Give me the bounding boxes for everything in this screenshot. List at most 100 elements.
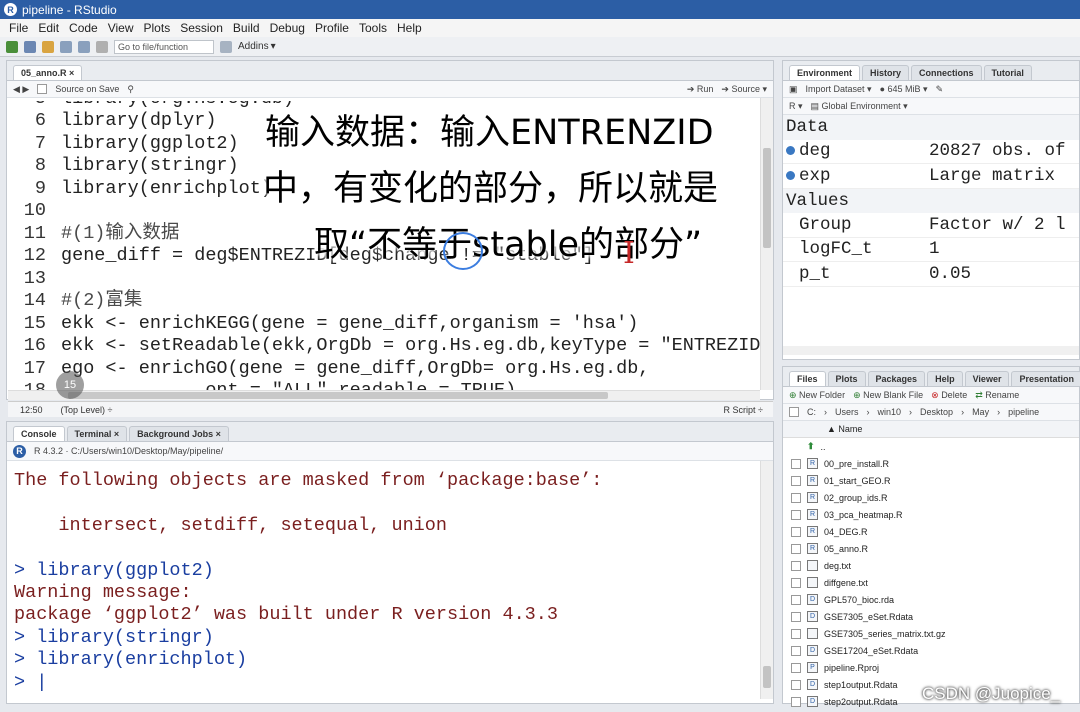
environment-hscrollbar[interactable] [783,346,1079,355]
tab-presentation[interactable]: Presentation [1011,371,1080,386]
file-checkbox[interactable] [791,628,801,639]
file-checkbox[interactable] [791,577,801,588]
scope-dropdown-env[interactable]: ▤ Global Environment ▾ [811,101,908,112]
file-name[interactable]: GSE17204_eSet.Rdata [824,646,918,656]
source-on-save-checkbox[interactable] [37,84,48,94]
menu-view[interactable]: View [103,21,139,35]
expand-icon[interactable] [786,146,795,156]
breadcrumb-item[interactable]: win10 [878,407,902,417]
broom-icon[interactable]: ✎ [936,84,944,95]
file-name[interactable]: 02_group_ids.R [824,493,888,503]
delete-button[interactable]: ⊗ Delete [931,390,967,401]
file-checkbox[interactable] [791,475,801,486]
grid-layout-icon[interactable] [220,40,232,53]
file-checkbox[interactable] [791,492,801,503]
code-line[interactable]: library(enrichplot) [61,178,272,201]
file-name[interactable]: diffgene.txt [824,578,868,588]
rename-button[interactable]: ⇄ Rename [975,390,1019,401]
file-checkbox[interactable] [791,458,801,469]
file-row[interactable]: R 00_pre_install.R [783,455,1079,472]
file-row[interactable]: diffgene.txt [783,574,1079,591]
open-workspace-icon[interactable]: ▣ [789,84,798,95]
file-row[interactable]: R 05_anno.R [783,540,1079,557]
file-checkbox[interactable] [791,543,801,554]
new-file-icon[interactable] [6,40,18,53]
tab-terminal[interactable]: Terminal × [66,426,128,441]
breadcrumb-item[interactable]: C: [807,407,816,417]
breadcrumb-item[interactable]: May [972,407,989,417]
new-blank-file-button[interactable]: ⊕ New Blank File [853,390,923,401]
menu-help[interactable]: Help [392,21,427,35]
tab-files[interactable]: Files [789,371,826,386]
file-name[interactable]: deg.txt [824,561,851,571]
tab-environment[interactable]: Environment [789,65,861,80]
print-icon[interactable] [96,40,108,53]
file-checkbox[interactable] [791,611,801,622]
console-output[interactable]: The following objects are masked from ‘p… [8,470,760,698]
breadcrumb-item[interactable]: Users [835,407,859,417]
file-checkbox[interactable] [791,679,801,690]
code-line[interactable]: ego <- enrichGO(gene = gene_diff,OrgDb= … [61,358,649,381]
tab-help[interactable]: Help [927,371,963,386]
goto-file-input[interactable]: Go to file/function [114,39,214,54]
environment-row[interactable]: logFC_t 1 [783,238,1079,262]
tab-tutorial[interactable]: Tutorial [983,65,1032,80]
tab-05-anno[interactable]: 05_anno.R × [13,65,83,80]
language-dropdown[interactable]: R ▾ [789,101,803,112]
file-checkbox[interactable] [791,696,801,707]
file-checkbox[interactable] [791,560,801,571]
run-button[interactable]: ➔ Run [687,84,714,95]
select-all-checkbox[interactable] [789,407,799,417]
source-button[interactable]: ➔ Source ▾ [721,84,767,95]
file-checkbox[interactable] [791,594,801,605]
file-row[interactable]: Ppipeline.Rproj [783,659,1079,676]
code-line[interactable]: ekk <- enrichKEGG(gene = gene_diff,organ… [61,313,638,336]
file-row[interactable]: R 02_group_ids.R [783,489,1079,506]
file-name[interactable]: step1output.Rdata [824,680,898,690]
menu-plots[interactable]: Plots [139,21,176,35]
file-checkbox[interactable] [791,662,801,673]
editor-hscrollbar[interactable] [8,390,760,400]
code-line[interactable]: library(org.Hs.eg.db) [61,101,294,110]
file-name[interactable]: 01_start_GEO.R [824,476,891,486]
file-name[interactable]: pipeline.Rproj [824,663,879,673]
menu-edit[interactable]: Edit [33,21,64,35]
code-line[interactable]: library(ggplot2) [61,133,239,156]
file-name[interactable]: step2output.Rdata [824,697,898,707]
file-checkbox[interactable] [791,645,801,656]
new-project-icon[interactable] [24,40,36,53]
scope-dropdown[interactable]: (Top Level) ÷ [61,405,113,415]
file-row[interactable]: D GSE7305_eSet.Rdata [783,608,1079,625]
code-line[interactable]: ekk <- setReadable(ekk,OrgDb = org.Hs.eg… [61,335,760,358]
breadcrumb-item[interactable]: pipeline [1008,407,1039,417]
console-scrollbar[interactable] [760,461,773,699]
environment-row[interactable]: exp Large matrix [783,164,1079,189]
file-name[interactable]: GSE7305_series_matrix.txt.gz [824,629,946,639]
environment-row[interactable]: deg 20827 obs. of [783,140,1079,164]
file-name[interactable]: 04_DEG.R [824,527,868,537]
import-dataset-button[interactable]: Import Dataset ▾ [806,84,872,95]
file-name[interactable]: 00_pre_install.R [824,459,889,469]
file-row[interactable]: R 04_DEG.R [783,523,1079,540]
tab-connections[interactable]: Connections [911,65,982,80]
file-row[interactable]: D GSE17204_eSet.Rdata [783,642,1079,659]
environment-row[interactable]: p_t 0.05 [783,262,1079,287]
file-name[interactable]: GSE7305_eSet.Rdata [824,612,913,622]
menu-tools[interactable]: Tools [354,21,392,35]
file-type-dropdown[interactable]: R Script ÷ [724,405,773,415]
file-name[interactable]: 03_pca_heatmap.R [824,510,903,520]
open-folder-icon[interactable] [42,40,54,53]
file-name[interactable]: 05_anno.R [824,544,868,554]
tab-console[interactable]: Console [13,426,65,441]
tab-packages[interactable]: Packages [867,371,926,386]
menu-session[interactable]: Session [175,21,228,35]
save-all-icon[interactable] [78,40,90,53]
menu-code[interactable]: Code [64,21,103,35]
editor-scrollbar[interactable] [760,98,773,390]
environment-row[interactable]: Group Factor w/ 2 l [783,213,1079,238]
parent-folder-row[interactable]: ⬆ .. [783,438,1079,455]
file-name[interactable]: GPL570_bioc.rda [824,595,894,605]
code-line[interactable]: library(dplyr) [61,110,216,133]
file-row[interactable]: D GPL570_bioc.rda [783,591,1079,608]
file-row[interactable]: GSE7305_series_matrix.txt.gz [783,625,1079,642]
